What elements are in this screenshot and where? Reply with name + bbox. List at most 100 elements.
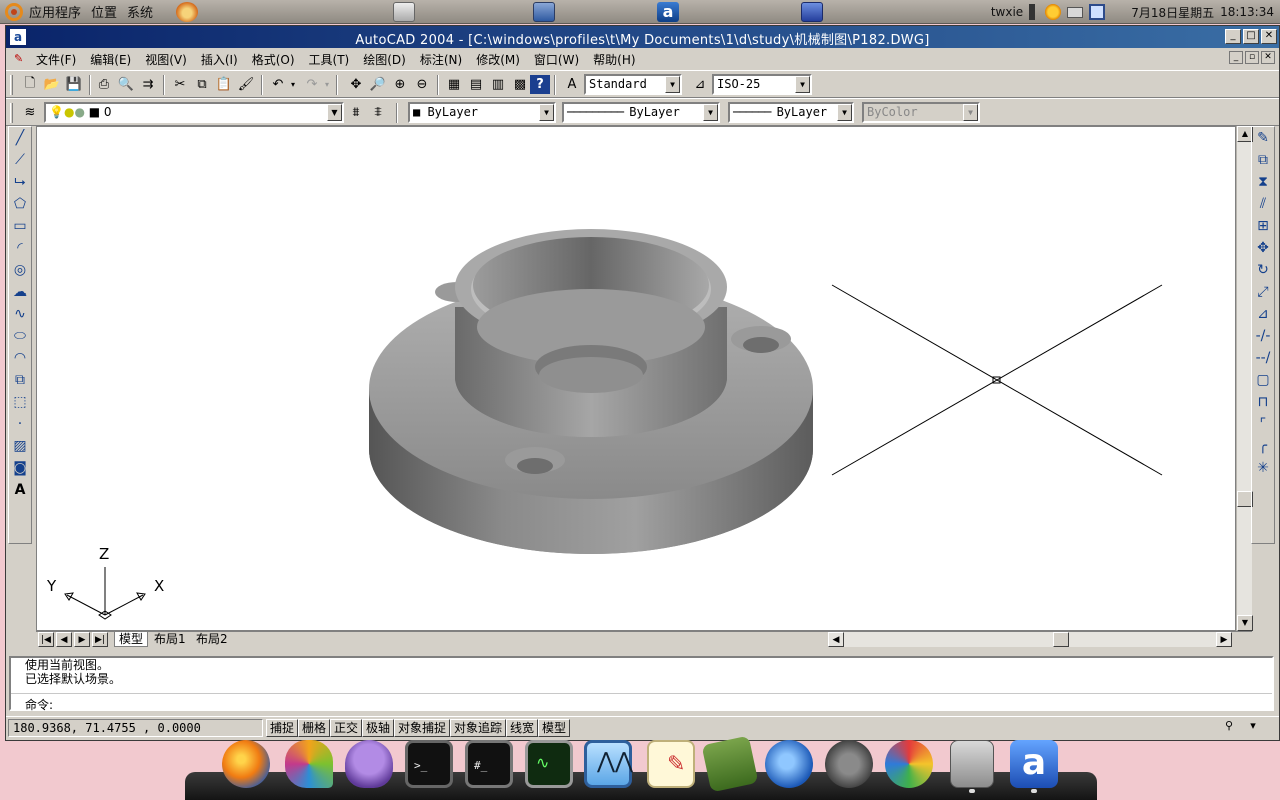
text-editor-icon[interactable]: ✎ [647, 740, 695, 788]
h-scroll-thumb[interactable] [1053, 632, 1069, 647]
print-icon[interactable]: ⎙ [94, 75, 114, 94]
text-style-select[interactable]: Standard ▼ [584, 74, 682, 95]
point-icon[interactable]: · [9, 413, 31, 435]
picasa-icon[interactable] [885, 740, 933, 788]
launcher-autocad-icon[interactable]: a [657, 2, 679, 22]
dim-style-icon[interactable]: ⊿ [690, 75, 710, 94]
menu-edit[interactable]: 编辑(E) [90, 51, 131, 68]
save-icon[interactable]: 💾 [64, 75, 84, 94]
zoom-window-icon[interactable]: ⊕ [390, 75, 410, 94]
offset-icon[interactable]: ⫽ [1252, 193, 1274, 215]
mirror-icon[interactable]: ⧗ [1252, 171, 1274, 193]
file-cabinet-icon[interactable] [950, 740, 994, 788]
launcher-calendar-icon[interactable] [801, 2, 823, 22]
next-tab-icon[interactable]: ▶ [74, 632, 90, 647]
copy-object-icon[interactable]: ⧉ [1252, 149, 1274, 171]
toolbar-grip[interactable] [10, 103, 13, 123]
rectangle-icon[interactable]: ▭ [9, 215, 31, 237]
dim-style-select[interactable]: ISO-25 ▼ [712, 74, 812, 95]
toolbar-grip[interactable] [10, 75, 13, 95]
lineweight-button[interactable]: 线宽 [506, 719, 539, 737]
stretch-icon[interactable]: ⊿ [1252, 303, 1274, 325]
hatch-icon[interactable]: ▨ [9, 435, 31, 457]
pan-icon[interactable]: ✥ [346, 75, 366, 94]
doc-restore-button[interactable]: ▫ [1245, 51, 1259, 64]
revision-cloud-icon[interactable]: ☁ [9, 281, 31, 303]
design-center-icon[interactable]: ▤ [466, 75, 486, 94]
menu-format[interactable]: 格式(O) [252, 51, 295, 68]
pidgin-icon[interactable] [285, 740, 333, 788]
extend-icon[interactable]: --/ [1252, 347, 1274, 369]
menu-draw[interactable]: 绘图(D) [363, 51, 406, 68]
update-icon[interactable] [1045, 4, 1062, 20]
polygon-icon[interactable]: ⬠ [9, 193, 31, 215]
tool-palettes-icon[interactable]: ▥ [488, 75, 508, 94]
open-icon[interactable]: 📂 [42, 75, 62, 94]
ortho-button[interactable]: 正交 [330, 719, 363, 737]
break-icon[interactable]: ⊓ [1252, 391, 1274, 413]
linetype-select[interactable]: ───────── ByLayer ▼ [562, 102, 720, 123]
minimize-button[interactable]: _ [1225, 29, 1241, 44]
line-icon[interactable]: ╱ [9, 127, 31, 149]
color-select[interactable]: ■ ByLayer ▼ [408, 102, 556, 123]
spline-icon[interactable]: ∿ [9, 303, 31, 325]
paste-icon[interactable]: 📋 [214, 75, 234, 94]
ellipse-arc-icon[interactable]: ◠ [9, 347, 31, 369]
scroll-right-icon[interactable]: ▶ [1216, 632, 1232, 647]
ubuntu-logo-icon[interactable] [5, 2, 23, 21]
plot-style-select[interactable]: ByColor ▼ [862, 102, 980, 123]
undo-dropdown-icon[interactable]: ▾ [288, 75, 298, 94]
settings-icon[interactable] [825, 740, 873, 788]
redo-dropdown-icon[interactable]: ▾ [322, 75, 332, 94]
ellipse-icon[interactable]: ⬭ [9, 325, 31, 347]
erase-icon[interactable]: ✎ [1252, 127, 1274, 149]
panel-date[interactable]: 7月18日星期五 [1131, 4, 1214, 21]
new-icon[interactable]: 🗋 [20, 75, 40, 94]
menu-insert[interactable]: 插入(I) [201, 51, 238, 68]
publish-icon[interactable]: ⇉ [138, 75, 158, 94]
last-tab-icon[interactable]: ▶| [92, 632, 108, 647]
doc-minimize-button[interactable]: _ [1229, 51, 1243, 64]
arc-icon[interactable]: ◜ [9, 237, 31, 259]
layer-manager-icon[interactable]: ≋ [20, 103, 40, 122]
document-icon[interactable]: ✎ [14, 52, 26, 66]
panel-clock[interactable]: 18:13:34 [1220, 5, 1274, 19]
make-current-layer-icon[interactable]: ⩩ [346, 103, 366, 122]
undo-icon[interactable]: ↶ [268, 75, 288, 94]
cut-icon[interactable]: ✂ [170, 75, 190, 94]
keyboard-icon[interactable] [1067, 6, 1084, 18]
scroll-left-icon[interactable]: ◀ [828, 632, 844, 647]
panel-menu-system[interactable]: 系统 [127, 2, 163, 21]
layer-previous-icon[interactable]: ⩨ [368, 103, 388, 122]
empathy-icon[interactable] [345, 740, 393, 788]
drawing-area[interactable]: Z Y X [36, 126, 1236, 631]
menu-view[interactable]: 视图(V) [145, 51, 187, 68]
browser-icon[interactable] [765, 740, 813, 788]
system-monitor-icon[interactable]: ∿ [525, 740, 573, 788]
autocad-icon[interactable]: a [1010, 740, 1058, 788]
volume-icon[interactable] [1029, 4, 1039, 20]
tab-layout2[interactable]: 布局2 [192, 632, 232, 647]
snap-button[interactable]: 捕捉 [266, 719, 299, 737]
firefox-icon[interactable] [222, 740, 270, 788]
properties-icon[interactable]: ▦ [444, 75, 464, 94]
insert-block-icon[interactable]: ⧉ [9, 369, 31, 391]
menu-modify[interactable]: 修改(M) [476, 51, 520, 68]
menu-help[interactable]: 帮助(H) [593, 51, 635, 68]
trim-icon[interactable]: -/- [1252, 325, 1274, 347]
maximize-button[interactable]: □ [1243, 29, 1259, 44]
prev-tab-icon[interactable]: ◀ [56, 632, 72, 647]
scroll-down-icon[interactable]: ▼ [1237, 615, 1253, 631]
menu-tools[interactable]: 工具(T) [309, 51, 350, 68]
doc-close-button[interactable]: ✕ [1261, 51, 1275, 64]
help-icon[interactable]: ? [530, 75, 550, 94]
layer-select[interactable]: 💡●● ■ 0 ▼ [44, 102, 344, 123]
grid-button[interactable]: 栅格 [298, 719, 331, 737]
horizontal-scrollbar[interactable]: ◀ ▶ [828, 632, 1232, 647]
menu-window[interactable]: 窗口(W) [534, 51, 579, 68]
array-icon[interactable]: ⊞ [1252, 215, 1274, 237]
vertical-scrollbar[interactable]: ▲ ▼ [1236, 126, 1253, 631]
comm-center-icon[interactable]: ⚲ [1220, 719, 1238, 737]
network-icon[interactable] [1089, 4, 1106, 20]
region-icon[interactable]: ◙ [9, 457, 31, 479]
